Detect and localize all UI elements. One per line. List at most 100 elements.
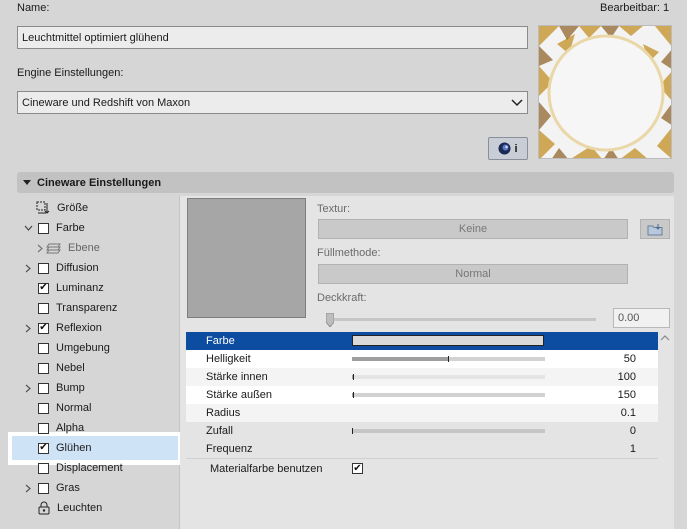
prop-name: Zufall xyxy=(206,425,233,437)
prop-slider-marker xyxy=(353,374,354,380)
tree-item-label: Bump xyxy=(56,382,85,394)
color-swatch[interactable] xyxy=(352,335,544,346)
prop-name: Stärke außen xyxy=(206,389,273,401)
tree-item-checkbox[interactable] xyxy=(38,422,49,434)
opacity-slider-thumb[interactable] xyxy=(325,312,335,328)
prop-name: Stärke innen xyxy=(206,371,268,383)
chevron-down-icon xyxy=(511,98,523,107)
prop-slider[interactable] xyxy=(352,374,545,380)
tree-item-label: Reflexion xyxy=(56,322,102,334)
texture-folder-button[interactable] xyxy=(640,219,670,239)
tree-item-checkbox[interactable] xyxy=(38,302,49,314)
prop-value[interactable]: 1 xyxy=(630,443,636,455)
tree-item-checkbox[interactable] xyxy=(38,262,49,274)
prop-name: Farbe xyxy=(206,335,235,347)
tree-item-checkbox[interactable] xyxy=(38,402,49,414)
material-color-row[interactable]: Materialfarbe benutzen ✔ xyxy=(186,458,658,478)
tree-item-label: Gras xyxy=(56,482,80,494)
tree-item-checkbox[interactable] xyxy=(38,362,49,374)
chevron-down-icon[interactable] xyxy=(22,225,34,231)
tree-item-checkbox[interactable] xyxy=(38,222,49,234)
prop-value[interactable]: 100 xyxy=(618,371,636,383)
fill-method-value: Normal xyxy=(455,268,491,280)
tree-item-label: Displacement xyxy=(56,462,123,474)
tree-item-checkbox[interactable] xyxy=(38,482,49,494)
texture-value: Keine xyxy=(458,223,488,235)
prop-value[interactable]: 150 xyxy=(618,389,636,401)
opacity-slider-track xyxy=(326,318,596,321)
prop-slider-marker xyxy=(352,428,353,434)
cineware-section-header[interactable]: Cineware Einstellungen xyxy=(17,172,674,193)
texture-label: Textur: xyxy=(317,203,351,215)
tree-item-label: Ebene xyxy=(68,242,100,254)
prop-row-frequenz[interactable]: Frequenz 1 xyxy=(186,440,658,458)
tree-item-checkbox[interactable]: ✔ xyxy=(38,282,49,294)
lock-icon xyxy=(38,501,50,515)
fill-method-label: Füllmethode: xyxy=(317,247,381,259)
engine-select[interactable]: Cineware und Redshift von Maxon xyxy=(17,91,528,114)
prop-row-farbe[interactable]: Farbe xyxy=(186,332,658,350)
name-field[interactable]: Leuchtmittel optimiert glühend xyxy=(17,26,528,49)
prop-slider-fill xyxy=(352,357,449,361)
tree-item-label: Luminanz xyxy=(56,282,104,294)
material-color-checkbox[interactable]: ✔ xyxy=(352,463,363,474)
tree-item-groesse[interactable]: Größe xyxy=(24,198,194,218)
material-preview-image xyxy=(539,26,671,158)
layers-icon xyxy=(46,242,61,254)
tree-item-label: Größe xyxy=(57,202,89,214)
tree-item-reflexion[interactable]: ✔ Reflexion xyxy=(22,318,192,338)
fill-method-select[interactable]: Normal xyxy=(318,264,628,284)
chevron-right-icon[interactable] xyxy=(34,244,46,253)
scrollbar[interactable] xyxy=(658,332,672,529)
tree-item-checkbox[interactable] xyxy=(38,342,49,354)
chevron-right-icon[interactable] xyxy=(22,264,34,273)
info-label: i xyxy=(514,142,518,155)
folder-icon xyxy=(647,223,663,236)
prop-value[interactable]: 0 xyxy=(630,425,636,437)
prop-row-staerke-aussen[interactable]: Stärke außen 150 xyxy=(186,386,658,404)
tree-item-gras[interactable]: Gras xyxy=(22,478,192,498)
tree-item-label: Diffusion xyxy=(56,262,99,274)
opacity-value-field[interactable]: 0.00 xyxy=(613,308,670,328)
chevron-right-icon[interactable] xyxy=(22,324,34,333)
prop-value[interactable]: 50 xyxy=(624,353,636,365)
chevron-right-icon[interactable] xyxy=(22,484,34,493)
editable-count-label: Bearbeitbar: 1 xyxy=(600,2,670,14)
cinema4d-logo-icon xyxy=(498,142,511,155)
tree-item-diffusion[interactable]: Diffusion xyxy=(22,258,192,278)
tree-item-label: Nebel xyxy=(56,362,85,374)
tree-item-ebene[interactable]: Ebene xyxy=(34,238,204,258)
tree-item-checkbox[interactable]: ✔ xyxy=(38,322,49,334)
prop-slider[interactable] xyxy=(352,428,545,434)
texture-thumbnail[interactable] xyxy=(187,198,306,318)
name-label: Name: xyxy=(17,2,50,14)
chevron-right-icon[interactable] xyxy=(22,384,34,393)
prop-name: Radius xyxy=(206,407,241,419)
tree-item-checkbox[interactable] xyxy=(38,462,49,474)
prop-value[interactable]: 0.1 xyxy=(621,407,636,419)
tree-item-checkbox[interactable] xyxy=(38,382,49,394)
prop-slider[interactable] xyxy=(352,356,545,362)
opacity-value: 0.00 xyxy=(618,312,640,324)
tree-item-checkbox[interactable]: ✔ xyxy=(38,442,49,454)
resize-icon xyxy=(36,201,50,215)
prop-slider-marker xyxy=(448,356,449,362)
prop-row-staerke-innen[interactable]: Stärke innen 100 xyxy=(186,368,658,386)
engine-select-value: Cineware und Redshift von Maxon xyxy=(22,96,191,109)
chevron-up-icon[interactable] xyxy=(660,334,670,341)
tree-item-farbe[interactable]: Farbe xyxy=(22,218,192,238)
opacity-slider[interactable] xyxy=(325,312,596,328)
tree-item-bump[interactable]: Bump xyxy=(22,378,192,398)
prop-slider[interactable] xyxy=(352,392,545,398)
prop-row-radius[interactable]: Radius 0.1 xyxy=(186,404,658,422)
material-preview xyxy=(538,25,672,159)
caret-down-icon xyxy=(23,180,31,185)
tree-item-label: Normal xyxy=(56,402,92,414)
channel-tree: Größe Farbe Ebene Diffusion ✔ Luminanz T… xyxy=(8,196,180,529)
engine-info-button[interactable]: i xyxy=(488,137,528,160)
tree-item-label: Leuchten xyxy=(57,502,103,514)
prop-row-helligkeit[interactable]: Helligkeit 50 xyxy=(186,350,658,368)
texture-select-button[interactable]: Keine xyxy=(318,219,628,239)
prop-name: Frequenz xyxy=(206,443,253,455)
prop-row-zufall[interactable]: Zufall 0 xyxy=(186,422,658,440)
